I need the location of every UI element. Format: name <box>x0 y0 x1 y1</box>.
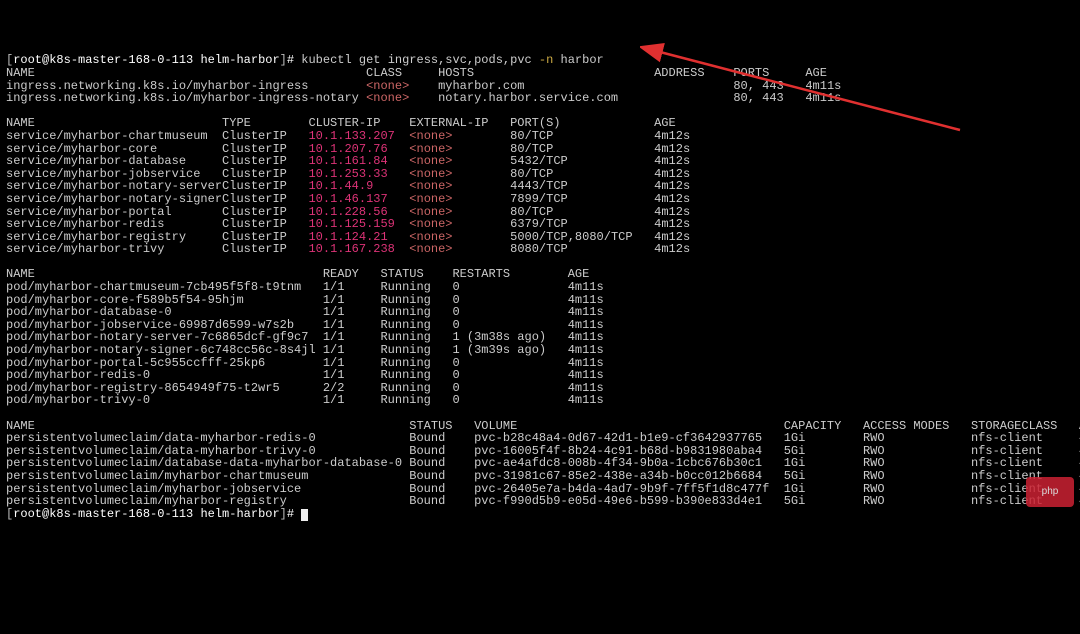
pvc-volume: pvc-f990d5b9-e05d-49e6-b599-b390e833d4e1 <box>474 494 784 508</box>
pod-age: 4m11s <box>568 393 604 407</box>
svc-name: service/myharbor-trivy <box>6 242 222 256</box>
ingress-address <box>654 91 733 105</box>
path: helm-harbor <box>200 507 279 521</box>
svc-ports: 8080/TCP <box>510 242 654 256</box>
watermark-logo <box>1026 477 1074 507</box>
pod-ready: 1/1 <box>323 393 381 407</box>
ingress-class: <none> <box>366 91 438 105</box>
svc-age: 4m12s <box>654 242 690 256</box>
pod-restarts: 0 <box>452 393 567 407</box>
host: k8s-master-168-0-113 <box>49 507 193 521</box>
ingress-ports: 80, 443 <box>733 91 805 105</box>
svc-clusterip: 10.1.167.238 <box>308 242 409 256</box>
terminal-output: [root@k8s-master-168-0-113 helm-harbor]#… <box>6 54 1074 520</box>
pvc-access: RWO <box>863 494 971 508</box>
svc-externalip: <none> <box>409 242 510 256</box>
bracket: ] <box>280 507 287 521</box>
hash: # <box>287 507 301 521</box>
ingress-age: 4m11s <box>805 91 841 105</box>
user: root <box>13 507 42 521</box>
pod-name: pod/myharbor-trivy-0 <box>6 393 323 407</box>
svc-type: ClusterIP <box>222 242 308 256</box>
pvc-status: Bound <box>409 494 474 508</box>
pvc-capacity: 5Gi <box>784 494 863 508</box>
pod-status: Running <box>380 393 452 407</box>
ingress-name: ingress.networking.k8s.io/myharbor-ingre… <box>6 91 366 105</box>
ingress-hosts: notary.harbor.service.com <box>438 91 654 105</box>
cursor[interactable] <box>301 509 308 521</box>
